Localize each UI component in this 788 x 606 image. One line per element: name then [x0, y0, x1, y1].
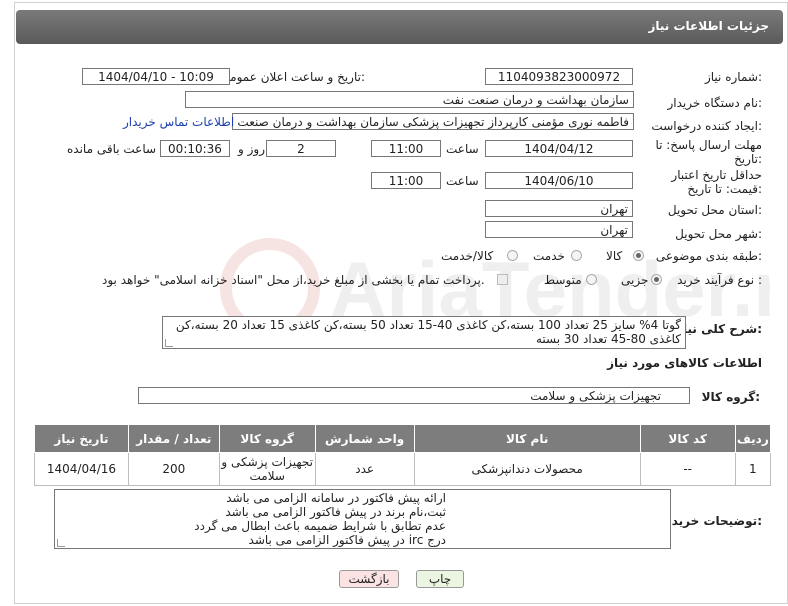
col-goods-code: کد کالا	[639, 424, 736, 453]
remaining-word: ساعت باقی مانده	[67, 142, 157, 156]
cell-unit: عدد	[314, 452, 415, 486]
treasury-checkbox[interactable]	[497, 274, 508, 285]
back-button[interactable]: بازگشت	[339, 570, 399, 588]
category-option-goods: کالا	[606, 249, 623, 263]
need-number-field[interactable]: 1104093823000972	[485, 68, 633, 85]
description-text: گوتا 4% سایز 25 تعداد 100 بسته،کن کاغذی …	[175, 318, 681, 346]
price-validity-time-field[interactable]: 11:00	[371, 172, 441, 189]
process-radio-minor[interactable]	[651, 274, 662, 285]
col-unit: واحد شمارش	[314, 424, 415, 453]
col-row: ردیف	[734, 424, 772, 453]
buyer-note-line: درج irc در پیش فاکتور الزامی می باشد	[248, 533, 446, 547]
city-label: شهر محل تحویل:	[675, 227, 762, 241]
buyer-org-label: نام دستگاه خریدار:	[667, 96, 763, 110]
cell-need-date: 1404/04/16	[34, 452, 129, 486]
deadline-label: مهلت ارسال پاسخ: تا تاریخ:	[655, 138, 762, 166]
need-number-label: شماره نیاز:	[704, 70, 762, 84]
days-field[interactable]: 2	[266, 140, 336, 157]
deadline-time-word: ساعت	[446, 142, 479, 156]
description-label: شرح کلی نیاز:	[676, 322, 762, 336]
process-option-medium: متوسط	[544, 273, 582, 287]
remaining-time-field[interactable]: 00:10:36	[160, 140, 230, 157]
buyer-notes-textarea[interactable]: ارائه پیش فاکتور در سامانه الزامی می باش…	[54, 489, 671, 549]
buyer-note-line: ارائه پیش فاکتور در سامانه الزامی می باش…	[226, 491, 446, 505]
category-radio-service[interactable]	[571, 250, 582, 261]
resize-handle-icon[interactable]	[57, 539, 65, 547]
province-label: استان محل تحویل:	[667, 203, 762, 217]
process-label: نوع فرآیند خرید :	[677, 273, 762, 287]
deadline-date-field[interactable]: 1404/04/12	[485, 140, 633, 157]
col-need-date: تاریخ نیاز	[34, 424, 129, 453]
header-bar: جزئیات اطلاعات نیاز	[16, 10, 783, 44]
goods-group-field[interactable]: تجهیزات پزشکی و سلامت	[138, 387, 690, 404]
buyer-org-field[interactable]: سازمان بهداشت و درمان صنعت نفت	[185, 91, 634, 108]
col-goods-name: نام کالا	[413, 424, 641, 453]
contact-buyer-link[interactable]: اطلاعات تماس خریدار	[123, 115, 234, 129]
price-validity-time-word: ساعت	[446, 174, 479, 188]
treasury-note: پرداخت تمام یا بخشی از مبلغ خرید،از محل …	[102, 273, 485, 287]
col-quantity: تعداد / مقدار	[127, 424, 220, 453]
city-field[interactable]: تهران	[485, 221, 633, 238]
cell-goods-group: تجهیزات پزشکی و سلامت	[218, 452, 316, 486]
days-word: روز و	[238, 142, 265, 156]
cell-goods-name: محصولات دندانپزشکی	[413, 452, 641, 486]
description-textarea[interactable]: گوتا 4% سایز 25 تعداد 100 بسته،کن کاغذی …	[162, 316, 686, 349]
price-validity-date-field[interactable]: 1404/06/10	[485, 172, 633, 189]
announce-label: تاریخ و ساعت اعلان عمومی:	[220, 70, 365, 84]
print-button[interactable]: چاپ	[416, 570, 464, 588]
category-option-service: خدمت	[533, 249, 565, 263]
goods-section-title: اطلاعات کالاهای مورد نیاز	[607, 356, 762, 370]
table-row[interactable]: 1404/04/16 200 تجهیزات پزشکی و سلامت عدد…	[34, 452, 772, 486]
goods-table: تاریخ نیاز تعداد / مقدار گروه کالا واحد …	[34, 424, 772, 486]
cell-quantity: 200	[127, 452, 220, 486]
category-label: طبقه بندی موضوعی:	[655, 249, 762, 263]
category-radio-goods-service[interactable]	[507, 250, 518, 261]
goods-group-label: گروه کالا:	[701, 390, 760, 404]
resize-handle-icon[interactable]	[165, 339, 173, 347]
creator-label: ایجاد کننده درخواست:	[651, 119, 762, 133]
category-option-goods-service: کالا/خدمت	[441, 249, 494, 263]
cell-row: 1	[734, 452, 772, 486]
process-radio-medium[interactable]	[586, 274, 597, 285]
page-title: جزئیات اطلاعات نیاز	[648, 19, 769, 33]
cell-goods-code: --	[639, 452, 736, 486]
price-validity-label: حداقل تاریخ اعتبار قیمت: تا تاریخ:	[671, 168, 762, 196]
buyer-note-line: ثبت،نام برند در پیش فاکتور الزامی می باش…	[225, 505, 446, 519]
buyer-note-line: عدم تطابق با شرایط ضمیمه باعث ابطال می گ…	[194, 519, 446, 533]
announce-field[interactable]: 1404/04/10 - 10:09	[82, 68, 230, 85]
table-header-row: تاریخ نیاز تعداد / مقدار گروه کالا واحد …	[34, 424, 772, 453]
province-field[interactable]: تهران	[485, 200, 633, 217]
category-radio-goods[interactable]	[633, 250, 644, 261]
col-goods-group: گروه کالا	[218, 424, 316, 453]
creator-field[interactable]: فاطمه نوری مؤمنی کارپرداز تجهیزات پزشکی …	[232, 113, 634, 130]
buyer-notes-label: توضیحات خریدار:	[660, 514, 762, 528]
process-option-minor: جزیی	[621, 273, 649, 287]
deadline-time-field[interactable]: 11:00	[371, 140, 441, 157]
